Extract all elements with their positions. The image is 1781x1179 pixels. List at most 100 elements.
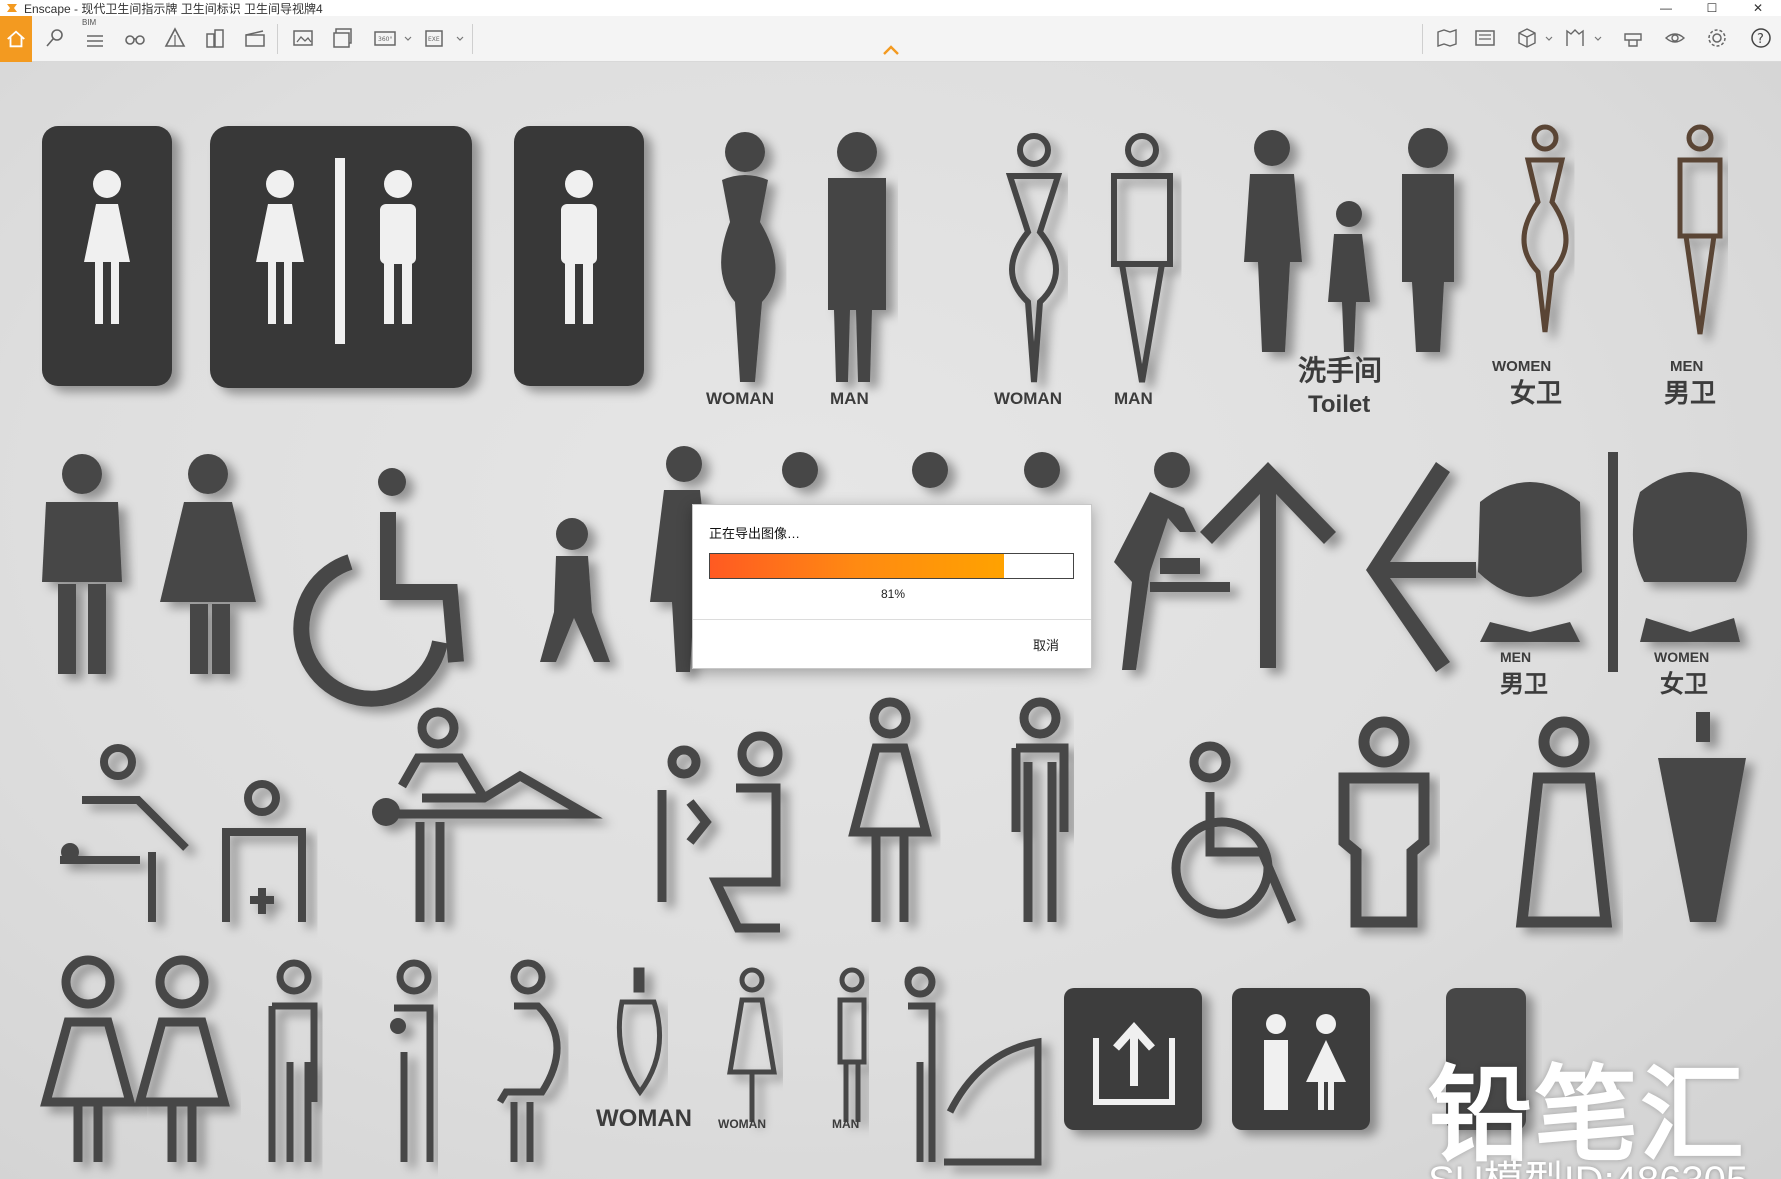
figure-man-outline	[1111, 133, 1173, 383]
site-context-button[interactable]	[200, 22, 230, 54]
figure-abstract-woman	[1658, 712, 1746, 922]
render-image-button[interactable]	[288, 22, 318, 54]
export-exe-icon: EXE	[425, 30, 443, 47]
chevron-down-icon[interactable]	[1545, 34, 1553, 44]
export-exe-button[interactable]: EXE	[420, 22, 450, 54]
view-management-button[interactable]	[40, 22, 70, 54]
figure-first-aid	[222, 780, 306, 922]
home-icon	[7, 30, 25, 48]
sign-panel-woman	[42, 126, 172, 386]
asset-library-button[interactable]	[1560, 22, 1590, 54]
wheelchair-line-icon	[1171, 741, 1297, 924]
figure-man-bronze	[1677, 124, 1723, 335]
perspective-icon	[164, 27, 186, 47]
figure-woman-line	[848, 697, 932, 922]
figure-toilet-use	[657, 731, 783, 933]
chevron-down-icon[interactable]	[404, 34, 412, 44]
progress-percent: 81%	[880, 587, 906, 601]
clapper-icon	[245, 30, 265, 47]
buildings-icon	[206, 29, 224, 48]
collapse-toolbar-chevron-icon[interactable]	[882, 44, 900, 56]
binoculars-icon	[125, 35, 145, 45]
row4-labels: WOMAN WOMAN MAN	[596, 1105, 859, 1132]
progress-fill	[710, 554, 1005, 578]
maximize-button[interactable]: ☐	[1689, 0, 1735, 16]
watermark-model-id: SU模型ID:486305	[1428, 1148, 1748, 1179]
toolbar-separator	[1422, 24, 1423, 54]
label-men-cn-1: 男卫	[1664, 379, 1716, 409]
label-women-cn-2: 女卫	[1660, 670, 1708, 698]
visual-settings-icon	[1664, 33, 1686, 43]
figure-woman-bronze	[1521, 124, 1569, 333]
figure-pregnant	[496, 959, 561, 1162]
svg-text:360°: 360°	[378, 36, 392, 43]
chevron-down-icon[interactable]	[1594, 34, 1602, 44]
material-editor-button[interactable]	[1512, 22, 1542, 54]
figure-ramp	[904, 966, 1042, 1166]
label-men-cn-2: 男卫	[1500, 670, 1548, 698]
screenshot-icon	[293, 30, 313, 46]
walk-mode-button[interactable]	[120, 22, 150, 54]
enscape-logo-icon	[7, 4, 17, 12]
perspective-button[interactable]	[160, 22, 190, 54]
sign-panel-restroom	[1232, 988, 1370, 1130]
panorama-360-icon: 360°	[374, 31, 396, 46]
title-bar: Enscape - 现代卫生间指示牌 卫生间标识 卫生间导视牌4 — ☐ ✕	[0, 0, 1781, 16]
figure-man-small	[837, 967, 867, 1122]
help-icon: ?	[1751, 28, 1771, 48]
svg-text:EXE: EXE	[428, 36, 440, 43]
window-title: Enscape - 现代卫生间指示牌 卫生间标识 卫生间导视牌4	[24, 1, 323, 16]
batch-render-icon	[333, 28, 352, 48]
settings-icon	[1708, 29, 1726, 47]
home-button[interactable]	[0, 16, 32, 62]
map-button[interactable]	[1432, 22, 1462, 54]
pin-icon	[46, 29, 63, 47]
figure-changing-table	[372, 707, 603, 922]
window-controls: — ☐ ✕	[1643, 0, 1781, 16]
figure-man-suit	[828, 132, 886, 382]
label-man-3: MAN	[832, 1117, 859, 1131]
label-women-cn-1: 女卫	[1510, 378, 1562, 409]
library-icon	[1566, 29, 1584, 46]
avatar-girl	[1632, 472, 1748, 642]
figure-woman-dress	[721, 132, 776, 382]
video-button[interactable]	[240, 22, 270, 54]
toolbar-separator	[277, 24, 278, 54]
main-toolbar: BIM 360° EXE ?	[0, 16, 1781, 62]
dialog-divider	[693, 619, 1091, 620]
upload-button[interactable]	[1618, 22, 1648, 54]
settings-button[interactable]	[1702, 22, 1732, 54]
help-button[interactable]: ?	[1746, 22, 1776, 54]
batch-render-button[interactable]	[328, 22, 358, 54]
label-woman-2: WOMAN	[994, 389, 1062, 408]
figure-woman-round-2	[134, 955, 230, 1162]
dialog-title: 正在导出图像…	[709, 526, 801, 541]
enscape-window: Enscape - 现代卫生间指示牌 卫生间标识 卫生间导视牌4 — ☐ ✕ B…	[0, 0, 1781, 1179]
figure-woman-outline	[1005, 133, 1063, 383]
figure-woman-round	[40, 955, 136, 1162]
label-men-en-1: MEN	[1670, 358, 1703, 375]
figure-woman-slim	[616, 967, 662, 1097]
wheelchair-figure	[293, 468, 464, 707]
visual-settings-button[interactable]	[1660, 22, 1690, 54]
toolbar-separator	[472, 24, 473, 54]
figure-child	[540, 518, 610, 662]
row2-labels: MEN 男卫 WOMEN 女卫	[1500, 649, 1709, 698]
label-toilet-cn: 洗手间	[1298, 354, 1382, 387]
asset-icon	[1624, 33, 1642, 47]
label-women-en-1: WOMEN	[1492, 358, 1551, 375]
figure-man-hollow	[1338, 716, 1430, 928]
video-editor-button[interactable]	[1470, 22, 1500, 54]
cancel-button[interactable]: 取消	[1033, 635, 1059, 654]
arrow-left-icon	[1366, 462, 1476, 672]
divider-bar	[1608, 452, 1618, 672]
sign-panel-exit	[1064, 988, 1202, 1130]
bim-mode-button[interactable]	[80, 22, 110, 54]
panorama-button[interactable]: 360°	[370, 22, 400, 54]
figure-woman-small	[727, 967, 777, 1122]
sign-panel-both	[210, 126, 472, 388]
sign-panel-man	[514, 126, 644, 386]
close-button[interactable]: ✕	[1735, 0, 1781, 16]
minimize-button[interactable]: —	[1643, 0, 1689, 16]
chevron-down-icon[interactable]	[456, 34, 464, 44]
